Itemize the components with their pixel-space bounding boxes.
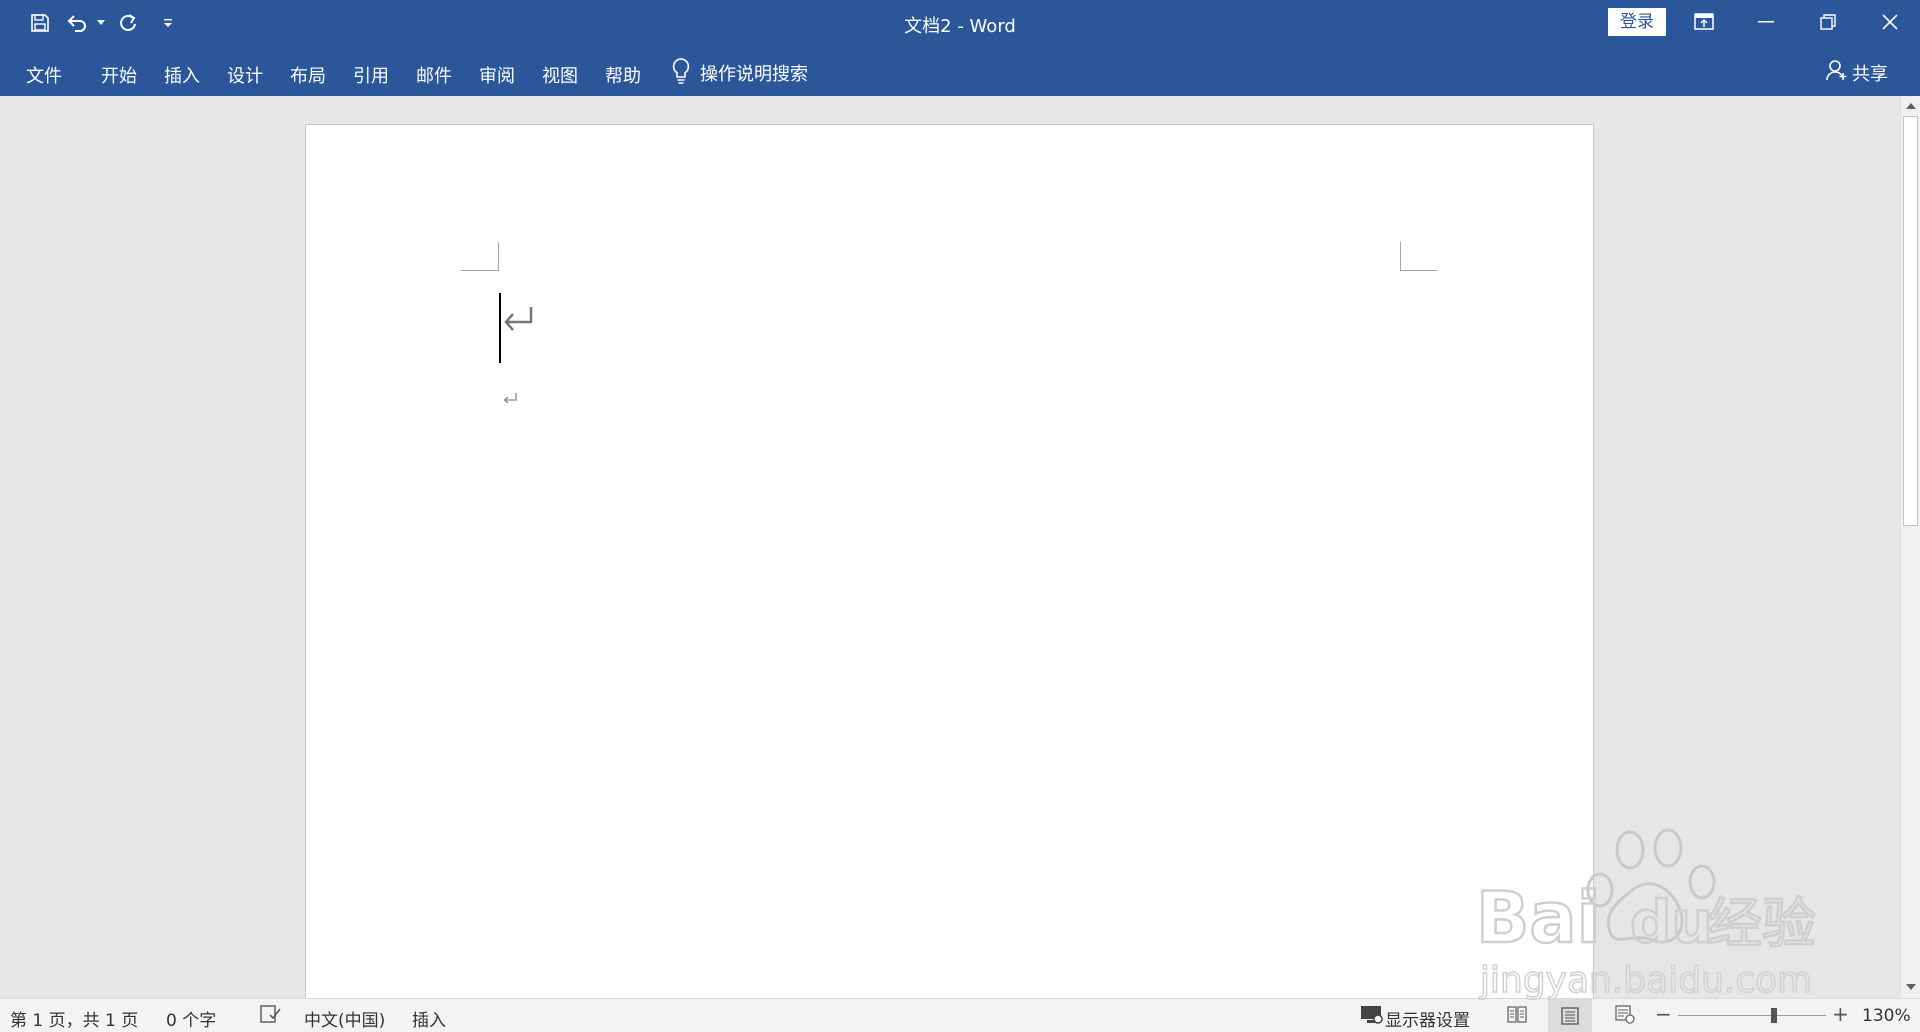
- tab-home[interactable]: 开始: [101, 62, 137, 88]
- zoom-slider-thumb[interactable]: [1771, 1008, 1778, 1023]
- customize-icon[interactable]: [148, 0, 188, 46]
- quick-access-toolbar: [0, 0, 188, 46]
- web-layout-icon[interactable]: [1614, 1003, 1636, 1030]
- tab-insert[interactable]: 插入: [164, 62, 200, 88]
- share-label: 共享: [1852, 63, 1888, 85]
- restore-icon[interactable]: [1798, 0, 1858, 44]
- scroll-thumb[interactable]: [1903, 116, 1918, 526]
- print-layout-icon[interactable]: [1548, 999, 1592, 1032]
- page-count[interactable]: 第 1 页，共 1 页: [10, 1006, 138, 1031]
- top-right-crop-mark: [1400, 242, 1438, 271]
- document-page[interactable]: [305, 124, 1594, 998]
- document-canvas: [0, 96, 1900, 998]
- text-cursor: [499, 293, 501, 363]
- scroll-down-icon[interactable]: [1904, 979, 1918, 995]
- tell-me-label: 操作说明搜索: [700, 64, 808, 85]
- ribbon-display-icon[interactable]: [1674, 0, 1734, 44]
- share-button[interactable]: 共享: [1826, 59, 1888, 86]
- minimize-icon[interactable]: [1736, 0, 1796, 44]
- lightbulb-icon: [672, 58, 690, 88]
- redo-icon[interactable]: [108, 0, 148, 46]
- tab-mailings[interactable]: 邮件: [416, 62, 452, 88]
- tab-references[interactable]: 引用: [353, 62, 389, 88]
- tab-layout[interactable]: 布局: [290, 62, 326, 88]
- vertical-scrollbar[interactable]: [1900, 96, 1920, 998]
- close-icon[interactable]: [1860, 0, 1920, 44]
- paragraph-mark-icon: [502, 391, 518, 410]
- zoom-in-icon[interactable]: +: [1832, 1002, 1849, 1026]
- read-mode-icon[interactable]: [1506, 1003, 1528, 1030]
- word-count[interactable]: 0 个字: [166, 1006, 216, 1031]
- tab-file[interactable]: 文件: [26, 62, 62, 88]
- status-bar: 第 1 页，共 1 页 0 个字 中文(中国) 插入 显示器设置 − + 130…: [0, 998, 1920, 1032]
- tab-review[interactable]: 审阅: [479, 62, 515, 88]
- zoom-level[interactable]: 130%: [1862, 1006, 1911, 1026]
- title-bar: 文档2 - Word 登录: [0, 0, 1920, 46]
- ribbon-tabs: 文件 开始 插入 设计 布局 引用 邮件 审阅 视图 帮助 操作说明搜索 共享: [0, 46, 1920, 96]
- zoom-slider[interactable]: [1678, 1008, 1826, 1023]
- top-left-crop-mark: [461, 242, 499, 271]
- person-icon: [1826, 59, 1848, 86]
- tab-design[interactable]: 设计: [227, 62, 263, 88]
- language-indicator[interactable]: 中文(中国): [304, 1006, 385, 1031]
- scroll-up-icon[interactable]: [1904, 98, 1918, 114]
- display-settings-label[interactable]: 显示器设置: [1385, 1006, 1470, 1031]
- save-icon[interactable]: [20, 0, 60, 46]
- sign-in-button[interactable]: 登录: [1608, 8, 1666, 36]
- tell-me-search[interactable]: 操作说明搜索: [672, 58, 808, 88]
- undo-icon[interactable]: [60, 0, 94, 46]
- paragraph-mark-icon: [502, 303, 534, 339]
- display-settings-icon[interactable]: [1360, 1005, 1384, 1030]
- zoom-out-icon[interactable]: −: [1655, 1002, 1672, 1026]
- dropdown-arrow-icon[interactable]: [94, 0, 108, 46]
- tab-view[interactable]: 视图: [542, 62, 578, 88]
- tab-help[interactable]: 帮助: [605, 62, 641, 88]
- insert-mode[interactable]: 插入: [412, 1006, 446, 1031]
- proofing-icon[interactable]: [260, 1004, 282, 1029]
